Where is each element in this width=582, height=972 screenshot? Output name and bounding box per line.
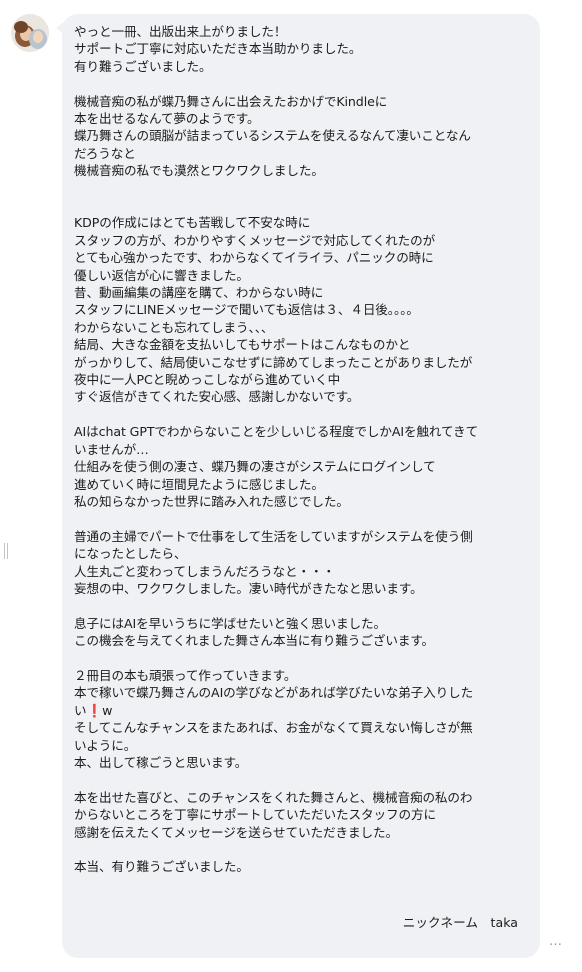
message-line: になったとしたら、 bbox=[74, 546, 187, 562]
message-line: わからないことも忘れてしまう、、、 bbox=[74, 319, 274, 335]
message-line: 普通の主婦でパートで仕事をして生活をしていますがシステムを使う側 bbox=[74, 528, 473, 544]
message-line bbox=[74, 841, 522, 858]
message-line: スタッフにLINEメッセージで聞いても返信は３、４日後。。。。 bbox=[74, 302, 419, 318]
message-line: 結局、大きな金額を支払いしてもサポートはこんなものかと bbox=[74, 337, 411, 353]
message-line bbox=[74, 650, 522, 667]
message-line: すぐ返信がきてくれた安心感、感謝しかないです。 bbox=[74, 389, 360, 405]
message-line bbox=[74, 510, 522, 527]
message-line: 機械音痴の私が蝶乃舞さんに出会えたおかげでKindleに bbox=[74, 93, 388, 109]
message-line: がっかりして、結局使いこなせずに諦めてしまったことがありましたが bbox=[74, 354, 473, 370]
avatar-photo-icon bbox=[11, 14, 49, 52]
message-line bbox=[74, 597, 522, 614]
message-line: 昔、動画編集の講座を購て、わからない時に bbox=[74, 285, 324, 301]
message-line: いませんが… bbox=[74, 441, 149, 457]
message-line: 本、出して稼ごうと思います。 bbox=[74, 754, 248, 770]
message-line: 人生丸ごと変わってしまうんだろうなと・・・ bbox=[74, 563, 335, 579]
message-line: 本を出せた喜びと、このチャンスをくれた舞さんと、機械音痴の私のわ bbox=[74, 789, 473, 805]
message-line: サポートご丁寧に対応いただき本当助かりました。 bbox=[74, 41, 362, 57]
message-line: AIはchat GPTでわからないことを少しいじる程度でしかAIを触れてきて bbox=[74, 424, 479, 440]
message-line: 妄想の中、ワクワクしました。凄い時代がきたなと思います。 bbox=[74, 580, 423, 596]
message-line: スタッフの方が、わかりやすくメッセージで対応してくれたのが bbox=[74, 232, 436, 248]
message-line: 本を出せるなんて夢のようです。 bbox=[74, 111, 260, 127]
message-line bbox=[74, 180, 522, 197]
message-line: いように。 bbox=[74, 737, 137, 753]
message-line: そしてこんなチャンスをまたあれば、お金がなくて買えない悔しさが無 bbox=[74, 720, 473, 736]
message-line: 本で稼いで蝶乃舞さんのAIの学びなどがあれば学びたいな弟子入りした bbox=[74, 685, 474, 701]
message-line: 夜中に一人PCと睨めっこしながら進めていく中 bbox=[74, 372, 341, 388]
message-line: とても心強かったです、わからなくてイライラ、パニックの時に bbox=[74, 250, 434, 266]
message-line bbox=[74, 75, 522, 92]
resize-handle-icon[interactable] bbox=[3, 543, 9, 559]
message-line: ２冊目の本も頑張って作っていきます。 bbox=[74, 667, 297, 683]
message-body: やっと一冊、出版出来上がりました！ サポートご丁寧に対応いただき本当助かりました。… bbox=[74, 23, 522, 876]
message-line: 有り難うございました。 bbox=[74, 58, 212, 74]
message-line: やっと一冊、出版出来上がりました！ bbox=[74, 24, 287, 39]
message-line: 感謝を伝えたくてメッセージを送らせていただきました。 bbox=[74, 824, 398, 840]
message-line: い❗w bbox=[74, 702, 113, 718]
message-line bbox=[74, 197, 522, 214]
message-line: この機会を与えてくれました舞さん本当に有り難うございます。 bbox=[74, 633, 435, 649]
exclamation-icon: ❗ bbox=[86, 702, 103, 718]
message-line: 蝶乃舞さんの頭脳が詰まっているシステムを使えるなんて凄いことなん bbox=[74, 128, 471, 144]
message-line bbox=[74, 771, 522, 788]
message-line: からないところを丁寧にサポートしていただいたスタッフの方に bbox=[74, 807, 436, 823]
message-signature: ニックネーム taka bbox=[402, 915, 518, 930]
message-line: 息子にはAIを早いうちに学ばせたいと強く思いました。 bbox=[74, 615, 386, 631]
message-line: 進めていく時に垣間見たように感じました。 bbox=[74, 476, 324, 492]
message-line bbox=[74, 406, 522, 423]
message-line: 優しい返信が心に響きました。 bbox=[74, 267, 249, 283]
more-options-icon[interactable]: … bbox=[549, 934, 563, 949]
message-line: 機械音痴の私でも漠然とワクワクしました。 bbox=[74, 163, 324, 179]
message-line: 私の知らなかった世界に踏み入れた感じでした。 bbox=[74, 493, 349, 509]
message-line: だろうなと bbox=[74, 145, 136, 161]
message-line: KDPの作成にはとても苦戦して不安な時に bbox=[74, 215, 311, 231]
sender-avatar[interactable] bbox=[11, 14, 49, 52]
message-line: 本当、有り難うございました。 bbox=[74, 859, 249, 875]
message-line: 仕組みを使う側の凄さ、蝶乃舞の凄さがシステムにログインして bbox=[74, 459, 436, 475]
message-bubble: やっと一冊、出版出来上がりました！ サポートご丁寧に対応いただき本当助かりました。… bbox=[62, 14, 540, 958]
